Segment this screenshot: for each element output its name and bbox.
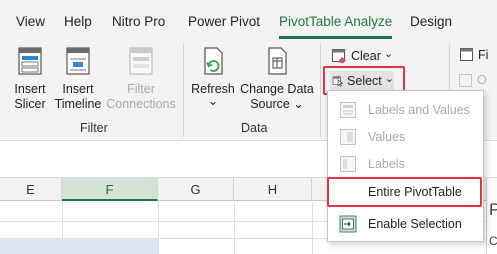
data-group-label: Data	[241, 121, 268, 135]
group-separator	[183, 44, 184, 137]
partial-label-o: O	[477, 73, 487, 87]
menu-item-labels[interactable]: Labels	[328, 151, 483, 177]
column-header-h[interactable]: H	[234, 178, 312, 201]
menu-item-label: Labels and Values	[368, 103, 470, 117]
filter-connections-button[interactable]: Filter Connections	[104, 46, 178, 112]
clear-caret: ⌄	[383, 47, 394, 60]
menu-item-label: Values	[368, 130, 406, 144]
gridline	[234, 202, 235, 254]
clear-button[interactable]: Clear ⌄	[331, 47, 393, 65]
partial-icon-plusminus	[459, 73, 472, 87]
slicer-icon	[18, 47, 42, 75]
ribbon-tab-bar: View Help Nitro Pro Power Pivot PivotTab…	[0, 0, 497, 40]
select-dropdown-menu: Labels and Values Values Labels Entire P…	[327, 90, 484, 242]
enable-selection-icon	[339, 215, 357, 233]
insert-slicer-label-1: Insert	[14, 82, 46, 96]
tab-help[interactable]: Help	[64, 14, 92, 29]
entire-pivottable-highlight-box	[327, 177, 482, 207]
labels-icon	[340, 156, 356, 172]
menu-item-labels-and-values[interactable]: Labels and Values	[328, 97, 483, 123]
gridline	[158, 202, 159, 254]
partial-ribbon-button-o[interactable]: O	[459, 73, 487, 87]
filter-connections-label-2: Connections	[106, 97, 176, 111]
gridline	[312, 202, 313, 254]
filter-connections-label-1: Filter	[127, 82, 155, 96]
tab-nitro-pro[interactable]: Nitro Pro	[112, 14, 165, 29]
partial-label-fi: Fi	[478, 48, 489, 62]
column-header-e[interactable]: E	[0, 178, 62, 201]
column-header-f[interactable]: F	[62, 178, 158, 201]
insert-timeline-button[interactable]: Insert Timeline	[52, 46, 104, 112]
tab-pivottable-analyze[interactable]: PivotTable Analyze	[279, 14, 392, 29]
change-data-source-icon	[268, 47, 287, 75]
pivot-row-fill	[0, 238, 158, 254]
task-pane-partial-letter: P	[489, 200, 497, 219]
refresh-icon	[204, 47, 223, 75]
insert-timeline-label-2: Timeline	[54, 97, 102, 111]
filter-connections-icon	[129, 47, 153, 75]
column-header-g[interactable]: G	[158, 178, 234, 201]
menu-item-values[interactable]: Values	[328, 124, 483, 150]
clear-icon	[332, 49, 346, 64]
clear-label: Clear	[351, 49, 381, 63]
insert-timeline-label-1: Insert	[62, 82, 94, 96]
menu-item-label: Labels	[368, 157, 405, 171]
change-data-source-label-1: Change Data	[240, 82, 314, 96]
active-tab-indicator	[279, 36, 392, 39]
values-icon	[340, 129, 356, 145]
menu-item-label: Enable Selection	[368, 217, 462, 231]
task-pane-partial-letter-2: C	[489, 234, 497, 248]
task-pane-edge: P C	[486, 178, 497, 254]
tab-power-pivot[interactable]: Power Pivot	[188, 14, 260, 29]
insert-slicer-label-2: Slicer	[14, 97, 46, 111]
refresh-dropdown-arrow[interactable]: ⌄	[190, 95, 236, 108]
partial-ribbon-button-fi[interactable]: Fi	[459, 47, 488, 63]
tab-view[interactable]: View	[16, 14, 45, 29]
tab-design[interactable]: Design	[410, 14, 452, 29]
refresh-button[interactable]: Refresh ⌄	[190, 46, 236, 108]
field-list-icon	[460, 48, 473, 61]
insert-slicer-button[interactable]: Insert Slicer	[8, 46, 52, 112]
change-data-source-label-2: Source ⌄	[250, 97, 304, 111]
timeline-icon	[66, 47, 90, 75]
group-separator	[320, 44, 321, 137]
menu-item-enable-selection[interactable]: Enable Selection	[328, 211, 483, 237]
filter-group-label: Filter	[80, 121, 108, 135]
labels-and-values-icon	[340, 102, 356, 118]
change-data-source-button[interactable]: Change Data Source ⌄	[238, 46, 316, 112]
